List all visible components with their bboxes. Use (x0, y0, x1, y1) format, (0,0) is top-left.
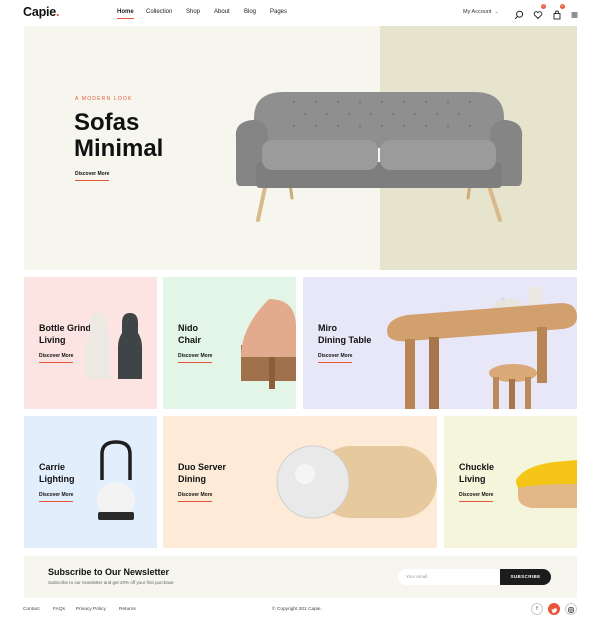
footer-link-privacy[interactable]: Privacy Policy (76, 607, 106, 612)
hero-tagline: A MODERN LOOK (75, 96, 133, 102)
copyright-text: © Copyright 201 Capie. (272, 607, 322, 612)
logo-text: Capie (23, 5, 57, 19)
footer-link-faqs[interactable]: FAQs (53, 607, 65, 612)
card-discover-button[interactable]: Discover More (178, 492, 212, 502)
card-title: Chuckle Living (459, 462, 494, 485)
nav-shop[interactable]: Shop (186, 9, 200, 15)
dining-table-image (387, 287, 577, 409)
instagram-icon[interactable] (565, 603, 577, 615)
wishlist-count-badge: 0 (541, 4, 546, 9)
card-title-line1: Carrie (39, 462, 66, 472)
nav-pages[interactable]: Pages (270, 9, 287, 15)
card-title-line2: Lighting (39, 473, 75, 484)
card-nido-chair[interactable]: Nido Chair Discover More (163, 277, 296, 409)
nav-collection[interactable]: Collection (146, 9, 172, 15)
card-title-line2: Dining Table (318, 334, 372, 345)
card-discover-button[interactable]: Discover More (178, 353, 212, 363)
card-title: Miro Dining Table (318, 323, 371, 346)
chuckle-tray-image (516, 460, 577, 508)
card-title-line1: Miro (318, 323, 337, 333)
subscribe-button[interactable]: SUBSCRIBE (500, 569, 551, 585)
card-title: Duo Server Dining (178, 462, 226, 485)
facebook-icon[interactable]: f (531, 603, 543, 615)
card-discover-button[interactable]: Discover More (459, 492, 493, 502)
twitter-icon[interactable] (548, 603, 560, 615)
sofa-image (235, 92, 523, 222)
logo-dot: . (56, 5, 60, 19)
newsletter-subtitle: Subscribe to our newsletter and get 20% … (48, 580, 174, 585)
footer-link-contact[interactable]: Contact (23, 607, 40, 612)
nav-blog[interactable]: Blog (244, 9, 256, 15)
heart-icon[interactable]: 0 (533, 4, 546, 20)
card-carrie-lighting[interactable]: Carrie Lighting Discover More (24, 416, 157, 548)
card-title-line1: Duo Server (178, 462, 227, 472)
hero-title-line2: Minimal (74, 135, 164, 162)
card-discover-button[interactable]: Discover More (39, 492, 73, 502)
hero-discover-button[interactable]: Discover More (75, 171, 109, 181)
card-title-line1: Nido (178, 323, 198, 333)
card-discover-button[interactable]: Discover More (39, 353, 73, 363)
server-board-image (276, 445, 437, 519)
card-miro-dining-table[interactable]: Miro Dining Table Discover More (303, 277, 577, 409)
cart-count-badge: 0 (560, 4, 565, 9)
hero-title-line1: Sofas (74, 109, 140, 136)
account-menu[interactable]: My Account ⌄ (463, 9, 499, 15)
chair-image (241, 299, 296, 389)
nav-about[interactable]: About (214, 9, 230, 15)
card-title: Carrie Lighting (39, 462, 75, 485)
card-duo-server-dining[interactable]: Duo Server Dining Discover More (163, 416, 437, 548)
hero-title: Sofas Minimal (74, 110, 163, 162)
card-chuckle-living[interactable]: Chuckle Living Discover More (444, 416, 577, 548)
nav-home[interactable]: Home (117, 9, 134, 19)
newsletter-title: Subscribe to Our Newsletter (48, 567, 170, 577)
chevron-down-icon: ⌄ (494, 9, 499, 15)
lamp-image (97, 440, 135, 520)
bag-icon[interactable]: 0 (552, 4, 565, 20)
card-title-line1: Chuckle (459, 462, 495, 472)
account-label: My Account (463, 9, 492, 15)
card-title-line2: Living (459, 473, 486, 484)
card-title-line2: Dining (178, 473, 206, 484)
grinder-image (86, 313, 142, 379)
card-title-line2: Chair (178, 334, 202, 345)
logo[interactable]: Capie. (23, 5, 60, 19)
footer-link-returns[interactable]: Returns (119, 607, 136, 612)
newsletter-email-input[interactable]: Your email (398, 569, 502, 585)
card-title: Nido Chair (178, 323, 201, 346)
menu-icon[interactable] (570, 7, 580, 18)
card-discover-button[interactable]: Discover More (318, 353, 352, 363)
card-bottle-grinder[interactable]: Bottle Grinder Living Discover More (24, 277, 157, 409)
search-icon[interactable] (514, 7, 524, 20)
